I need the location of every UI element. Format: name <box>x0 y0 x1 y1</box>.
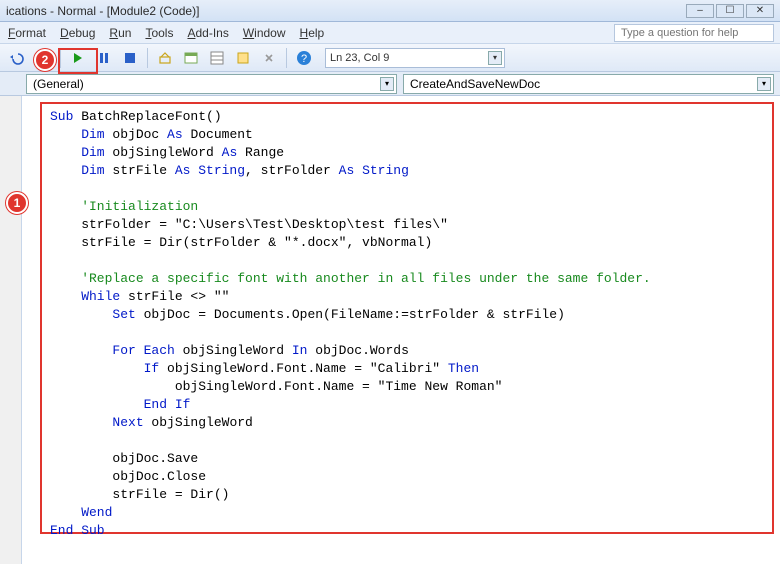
project-explorer-icon[interactable] <box>180 47 202 69</box>
code-area[interactable]: Sub BatchReplaceFont() Dim objDoc As Doc… <box>22 96 780 564</box>
minimize-button[interactable]: – <box>686 4 714 18</box>
help-icon[interactable]: ? <box>293 47 315 69</box>
annotation-highlight-run <box>58 48 98 74</box>
object-proc-selectors: (General) ▾ CreateAndSaveNewDoc ▾ <box>0 72 780 96</box>
cursor-position[interactable]: Ln 23, Col 9 ▾ <box>325 48 505 68</box>
separator <box>286 48 287 68</box>
design-mode-icon[interactable] <box>154 47 176 69</box>
menubar: Format Debug Run Tools Add-Ins Window He… <box>0 22 780 44</box>
object-selector[interactable]: (General) ▾ <box>26 74 397 94</box>
window-title: ications - Normal - [Module2 (Code)] <box>6 4 199 18</box>
toolbar: ? Ln 23, Col 9 ▾ <box>0 44 780 72</box>
menu-format[interactable]: Format <box>8 26 46 40</box>
menu-window[interactable]: Window <box>243 26 286 40</box>
menu-debug[interactable]: Debug <box>60 26 95 40</box>
procedure-selector-label: CreateAndSaveNewDoc <box>410 77 540 91</box>
code-text[interactable]: Sub BatchReplaceFont() Dim objDoc As Doc… <box>50 108 766 540</box>
close-button[interactable]: ✕ <box>746 4 774 18</box>
procedure-selector[interactable]: CreateAndSaveNewDoc ▾ <box>403 74 774 94</box>
toolbox-icon[interactable] <box>258 47 280 69</box>
svg-text:?: ? <box>301 53 307 65</box>
window-controls: – ☐ ✕ <box>686 4 774 18</box>
separator <box>147 48 148 68</box>
menu-help[interactable]: Help <box>300 26 325 40</box>
object-selector-label: (General) <box>33 77 84 91</box>
stop-icon[interactable] <box>119 47 141 69</box>
annotation-callout-1: 1 <box>6 192 28 214</box>
cursor-position-label: Ln 23, Col 9 <box>330 52 389 64</box>
maximize-button[interactable]: ☐ <box>716 4 744 18</box>
properties-icon[interactable] <box>206 47 228 69</box>
menu-addins[interactable]: Add-Ins <box>187 26 228 40</box>
menu-tools[interactable]: Tools <box>145 26 173 40</box>
annotation-callout-2: 2 <box>34 49 56 71</box>
undo-icon[interactable] <box>6 47 28 69</box>
chevron-down-icon[interactable]: ▾ <box>488 51 502 65</box>
chevron-down-icon[interactable]: ▾ <box>380 77 394 91</box>
help-search-input[interactable] <box>614 24 774 42</box>
chevron-down-icon[interactable]: ▾ <box>757 77 771 91</box>
menu-run[interactable]: Run <box>109 26 131 40</box>
titlebar: ications - Normal - [Module2 (Code)] – ☐… <box>0 0 780 22</box>
margin-gutter <box>0 96 22 564</box>
object-browser-icon[interactable] <box>232 47 254 69</box>
code-pane: Sub BatchReplaceFont() Dim objDoc As Doc… <box>0 96 780 564</box>
